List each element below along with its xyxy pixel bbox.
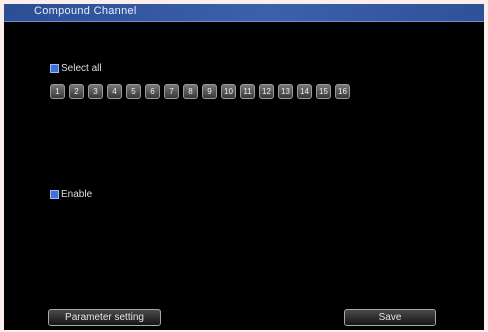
- channel-button-1[interactable]: 1: [50, 84, 65, 99]
- channel-button-2[interactable]: 2: [69, 84, 84, 99]
- window-title: Compound Channel: [34, 5, 137, 17]
- parameter-setting-button[interactable]: Parameter setting: [48, 309, 161, 326]
- select-all-label: Select all: [61, 63, 102, 74]
- channel-button-13[interactable]: 13: [278, 84, 293, 99]
- channel-buttons: 1 2 3 4 5 6 7 8 9 10 11 12 13 14 15 16: [50, 84, 354, 99]
- channel-button-15[interactable]: 15: [316, 84, 331, 99]
- enable-label: Enable: [61, 189, 93, 200]
- channel-button-3[interactable]: 3: [88, 84, 103, 99]
- channel-button-16[interactable]: 16: [335, 84, 350, 99]
- save-button[interactable]: Save: [344, 309, 436, 326]
- channel-button-6[interactable]: 6: [145, 84, 160, 99]
- select-all-row[interactable]: Select all: [50, 63, 102, 74]
- select-all-checkbox[interactable]: [50, 64, 59, 73]
- channel-button-10[interactable]: 10: [221, 84, 236, 99]
- channel-button-14[interactable]: 14: [297, 84, 312, 99]
- enable-row[interactable]: Enable: [50, 189, 92, 200]
- channel-button-12[interactable]: 12: [259, 84, 274, 99]
- title-bar: Compound Channel: [4, 4, 484, 22]
- enable-checkbox[interactable]: [50, 190, 59, 199]
- channel-button-5[interactable]: 5: [126, 84, 141, 99]
- compound-channel-window: Compound Channel Select all 1 2 3 4 5 6 …: [4, 4, 484, 330]
- channel-button-11[interactable]: 11: [240, 84, 255, 99]
- channel-button-8[interactable]: 8: [183, 84, 198, 99]
- channel-button-9[interactable]: 9: [202, 84, 217, 99]
- channel-button-4[interactable]: 4: [107, 84, 122, 99]
- channel-button-7[interactable]: 7: [164, 84, 179, 99]
